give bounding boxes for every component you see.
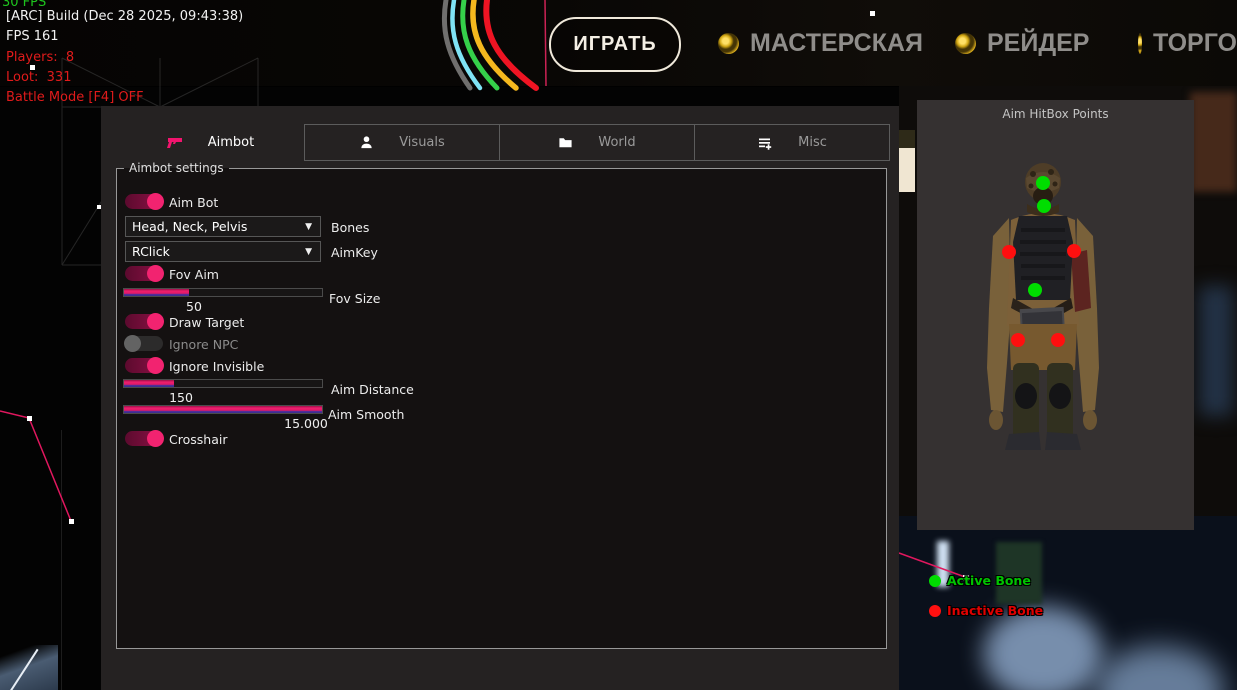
aim-distance-label: Aim Distance bbox=[331, 382, 414, 397]
blue-blob bbox=[1199, 286, 1233, 416]
folder-icon bbox=[558, 135, 573, 150]
tab-label: World bbox=[598, 135, 635, 150]
hitbox-point-left-shoulder bbox=[1002, 245, 1016, 259]
draw-target-label: Draw Target bbox=[169, 315, 244, 330]
game-screen: 30 FPS [ARC] Build (Dec 28 2025, 09:43:3… bbox=[0, 0, 1237, 690]
hud-build-info: [ARC] Build (Dec 28 2025, 09:43:38) bbox=[6, 9, 243, 24]
hud-battle-mode: Battle Mode [F4] OFF bbox=[6, 90, 144, 105]
legend-inactive-bone: Inactive Bone bbox=[929, 603, 1043, 618]
fov-size-label: Fov Size bbox=[329, 291, 380, 306]
aimkey-label: AimKey bbox=[331, 245, 378, 260]
aim-bot-label: Aim Bot bbox=[169, 195, 218, 210]
toggle-knob bbox=[147, 193, 164, 210]
crosshair-toggle[interactable] bbox=[125, 431, 163, 446]
aimkey-dropdown[interactable]: RClick ▼ bbox=[125, 241, 321, 262]
slider-fill bbox=[124, 380, 174, 387]
toggle-knob bbox=[147, 357, 164, 374]
ignore-npc-label: Ignore NPC bbox=[169, 337, 238, 352]
light-blob bbox=[983, 606, 1103, 690]
tab-label: Visuals bbox=[399, 135, 445, 150]
menu-tab-bar: Aimbot Visuals World bbox=[116, 124, 890, 161]
hitbox-point-neck bbox=[1037, 199, 1051, 213]
bones-dropdown[interactable]: Head, Neck, Pelvis ▼ bbox=[125, 216, 321, 237]
hitbox-point-pelvis bbox=[1028, 283, 1042, 297]
toggle-knob bbox=[147, 265, 164, 282]
ignore-npc-toggle[interactable] bbox=[125, 336, 163, 351]
nav-item-label: МАСТЕРСКАЯ bbox=[750, 29, 923, 58]
nav-item-workshop[interactable]: МАСТЕРСКАЯ bbox=[718, 29, 923, 58]
tab-visuals[interactable]: Visuals bbox=[304, 124, 500, 161]
paper-note bbox=[899, 148, 915, 192]
hitbox-point-head bbox=[1036, 176, 1050, 190]
tab-label: Misc bbox=[798, 135, 827, 150]
nav-item-label: ТОРГО bbox=[1153, 29, 1237, 58]
ignore-invisible-toggle[interactable] bbox=[125, 358, 163, 373]
hitbox-point-right-shoulder bbox=[1067, 244, 1081, 258]
play-button[interactable]: ИГРАТЬ bbox=[549, 17, 681, 72]
tab-world[interactable]: World bbox=[499, 124, 695, 161]
legend-label: Inactive Bone bbox=[947, 603, 1043, 618]
olive-shape bbox=[899, 130, 915, 148]
hud-loot-count: Loot: 331 bbox=[6, 70, 71, 85]
nav-item-traders[interactable]: ТОРГО bbox=[1138, 29, 1237, 58]
gold-coin-icon bbox=[718, 33, 739, 54]
group-title: Aimbot settings bbox=[124, 161, 229, 175]
aimbot-settings-group: Aimbot settings Aim Bot Head, Neck, Pelv… bbox=[116, 168, 887, 649]
draw-target-toggle[interactable] bbox=[125, 314, 163, 329]
aim-bot-toggle[interactable] bbox=[125, 194, 163, 209]
rock-texture bbox=[1190, 92, 1237, 192]
nav-item-label: РЕЙДЕР bbox=[987, 29, 1089, 58]
bones-label: Bones bbox=[331, 220, 369, 235]
tab-aimbot[interactable]: Aimbot bbox=[116, 124, 305, 161]
hitbox-point-right-hip bbox=[1051, 333, 1065, 347]
person-icon bbox=[359, 135, 374, 150]
tab-misc[interactable]: Misc bbox=[694, 124, 890, 161]
legend-active-bone: Active Bone bbox=[929, 573, 1031, 588]
hud-overlay: 30 FPS [ARC] Build (Dec 28 2025, 09:43:3… bbox=[0, 0, 17, 120]
slider-fill bbox=[124, 406, 322, 413]
toggle-knob bbox=[124, 335, 141, 352]
hitbox-point-left-hip bbox=[1011, 333, 1025, 347]
gold-coin-icon bbox=[955, 33, 976, 54]
aim-smooth-label: Aim Smooth bbox=[328, 407, 404, 422]
fov-size-slider[interactable] bbox=[123, 288, 323, 297]
tab-label: Aimbot bbox=[208, 135, 254, 150]
gold-coin-icon bbox=[1138, 33, 1142, 54]
toggle-knob bbox=[147, 430, 164, 447]
building-edge bbox=[61, 430, 62, 690]
fov-aim-label: Fov Aim bbox=[169, 267, 219, 282]
inactive-bone-dot-icon bbox=[929, 605, 941, 617]
chevron-down-icon: ▼ bbox=[305, 247, 312, 257]
chevron-down-icon: ▼ bbox=[305, 222, 312, 232]
aim-smooth-value: 15.000 bbox=[284, 416, 328, 431]
active-bone-dot-icon bbox=[929, 575, 941, 587]
hitbox-points-layer bbox=[917, 100, 1194, 530]
slider-fill bbox=[124, 289, 189, 296]
hud-fps: FPS 161 bbox=[6, 29, 59, 44]
fov-size-value: 50 bbox=[186, 299, 202, 314]
ignore-invisible-label: Ignore Invisible bbox=[169, 359, 264, 374]
playlist-add-icon bbox=[757, 135, 773, 151]
nav-item-raider[interactable]: РЕЙДЕР bbox=[955, 29, 1089, 58]
fov-aim-toggle[interactable] bbox=[125, 266, 163, 281]
pistol-icon bbox=[167, 135, 183, 151]
aim-smooth-slider[interactable] bbox=[123, 405, 323, 414]
corner-structure bbox=[0, 645, 58, 690]
aim-distance-slider[interactable] bbox=[123, 379, 323, 388]
cheat-menu-window: Aimbot Visuals World bbox=[101, 106, 899, 690]
toggle-knob bbox=[147, 313, 164, 330]
aim-distance-value: 150 bbox=[169, 390, 193, 405]
hud-players-count: Players: 8 bbox=[6, 50, 74, 65]
hitbox-panel: Aim HitBox Points bbox=[917, 100, 1194, 530]
aimkey-dropdown-value: RClick bbox=[132, 244, 170, 259]
bones-dropdown-value: Head, Neck, Pelvis bbox=[132, 219, 247, 234]
legend-label: Active Bone bbox=[947, 573, 1031, 588]
crosshair-label: Crosshair bbox=[169, 432, 227, 447]
